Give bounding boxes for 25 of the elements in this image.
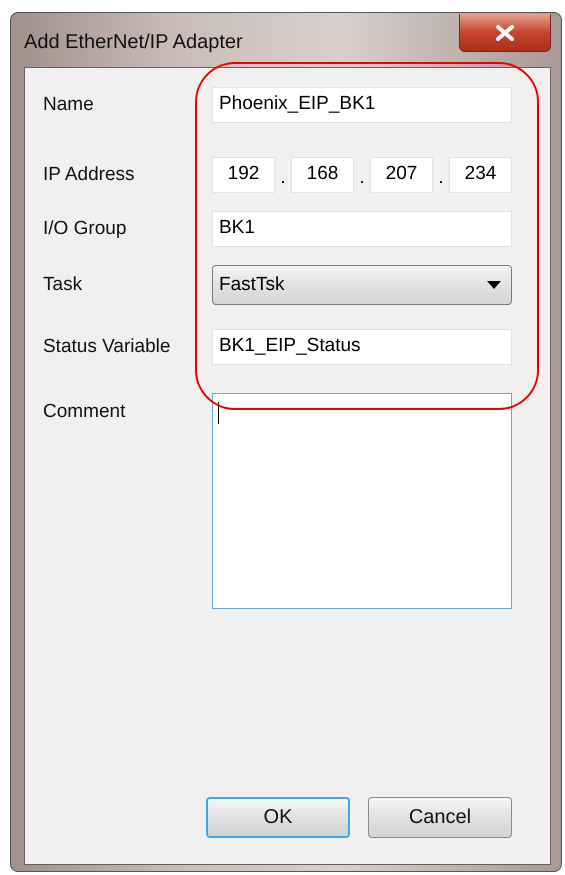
ip-octet-field[interactable]: 234 bbox=[449, 157, 512, 193]
dialog-button[interactable]: OK bbox=[206, 797, 350, 838]
input-field[interactable]: Phoenix_EIP_BK1 bbox=[212, 87, 512, 123]
task-dropdown[interactable]: FastTsk bbox=[212, 265, 512, 305]
ip-octet-field[interactable]: 207 bbox=[370, 157, 433, 193]
octet-separator: . bbox=[437, 167, 445, 190]
close-button[interactable] bbox=[459, 14, 551, 52]
input-field[interactable]: BK1 bbox=[212, 211, 512, 247]
close-icon bbox=[494, 24, 516, 42]
field-label: Comment bbox=[43, 401, 126, 423]
window-title: Add EtherNet/IP Adapter bbox=[24, 31, 243, 54]
comment-field[interactable] bbox=[212, 393, 512, 609]
ip-octet-field[interactable]: 192 bbox=[212, 157, 275, 193]
field-label: IP Address bbox=[43, 164, 136, 186]
dialog-button[interactable]: Cancel bbox=[368, 797, 512, 838]
field-label: I/O Group bbox=[43, 218, 128, 240]
ip-octet-field[interactable]: 168 bbox=[291, 157, 354, 193]
octet-separator: . bbox=[358, 167, 366, 190]
field-label: Task bbox=[43, 274, 84, 296]
text-cursor bbox=[218, 402, 219, 424]
octet-separator: . bbox=[279, 167, 287, 190]
input-field[interactable]: BK1_EIP_Status bbox=[212, 329, 512, 365]
field-label: Name bbox=[43, 94, 95, 116]
field-label: Status Variable bbox=[43, 336, 172, 358]
caret-icon bbox=[487, 281, 501, 289]
